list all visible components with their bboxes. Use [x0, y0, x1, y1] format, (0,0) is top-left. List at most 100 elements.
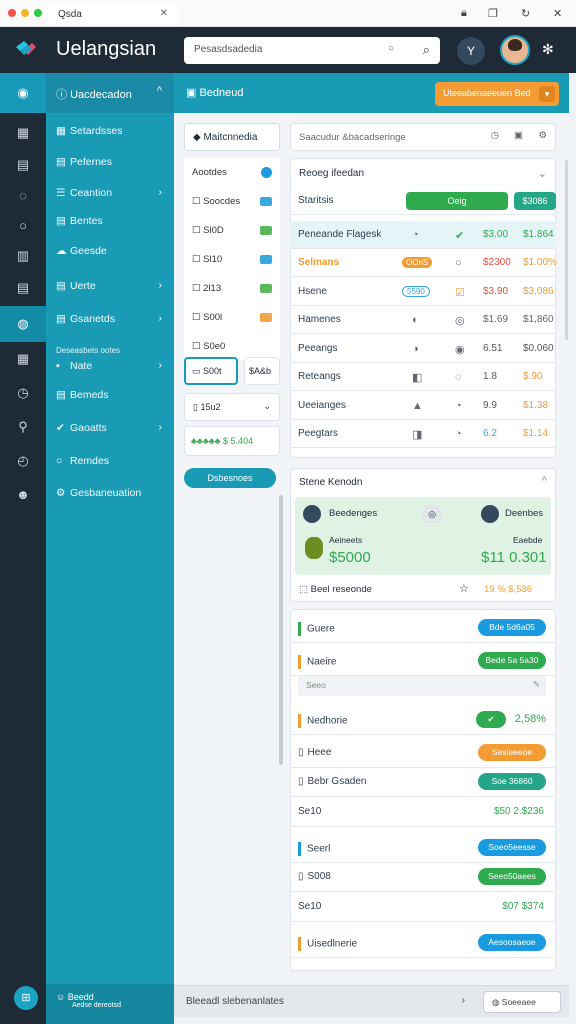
book-icon[interactable]: ▤ [0, 150, 46, 180]
chat-icon[interactable]: ◌ [0, 181, 46, 211]
swap-icon[interactable]: ◎ [423, 505, 441, 523]
building-icon[interactable]: ▥ [0, 241, 46, 271]
edit-icon[interactable]: ✎ [533, 679, 540, 690]
star-icon[interactable]: ☆ [459, 582, 469, 595]
sidebar-item-3[interactable]: ▤ Bentes [46, 211, 174, 233]
list-row[interactable]: Seerl Soeo5eesse [290, 833, 556, 863]
sidebar-item-4[interactable]: ☁ Geesde [46, 241, 174, 263]
report-row[interactable]: Peeangs ◑ ◉ 6.51 $0.060 [290, 335, 556, 363]
copy-icon[interactable]: ❐ [488, 7, 498, 20]
right-scrollbar[interactable] [565, 160, 568, 340]
report-row[interactable]: Hsene 5590 ☑ $3.90 $3,086 [290, 278, 556, 306]
list-row[interactable]: ▯ Bebr Gsaden Soe 36860 [290, 767, 556, 797]
list-row[interactable]: Nedhorie 2,58% ✔ [290, 705, 556, 735]
settings-small-icon[interactable]: ⚙︎ [538, 130, 547, 141]
report-row[interactable]: Selmans OOnS ○ $2300 $1.00% [290, 249, 557, 277]
image-icon[interactable]: ▣ [514, 130, 523, 141]
list-row-pill[interactable]: Sesieeeoe [478, 744, 546, 761]
add-icon[interactable]: ⊞ [14, 986, 38, 1010]
field-a[interactable]: ▭ S00t [184, 357, 238, 385]
list-row-pill[interactable]: Bde 5d6a05 [478, 619, 546, 636]
collapse-icon[interactable]: ⌄ [538, 167, 547, 180]
filter-input[interactable]: Saacudur &bacadseringe ◷ ▣ ⚙︎ [290, 123, 556, 151]
search-rail-icon[interactable]: ⚲ [0, 412, 46, 442]
clock-icon[interactable]: ◷ [0, 378, 46, 408]
sidebar-item-11[interactable]: ⚙︎ Gesbaneuation [46, 483, 174, 505]
status-pill[interactable]: Oeig [406, 192, 508, 210]
list-row[interactable]: Guere Bde 5d6a05 [290, 613, 556, 643]
sidebar-item-1[interactable]: ▤ Pefernes [46, 152, 174, 174]
clock-small-icon[interactable]: ◷ [491, 130, 499, 141]
status-box[interactable]: ◍ Soeeaee [483, 991, 561, 1013]
list-row[interactable]: Uisedlnerie Aesoosaeoe [290, 928, 556, 958]
sidebar-item-5[interactable]: ▤ Uerte › [46, 276, 174, 298]
sidebar-item-2[interactable]: ☰ Ceantion › [46, 183, 174, 205]
left-list-row[interactable]: ☐ 2l13 [184, 274, 280, 304]
sidebar-footer[interactable]: ☺ Beedd Aedse dereotsd [46, 984, 174, 1024]
lock-icon[interactable]: 🔒︎ [461, 7, 467, 20]
search-icon[interactable]: ⌕ [423, 42, 430, 58]
report-row[interactable]: Staritsis Oeig $3086 [290, 187, 556, 215]
checkbox-icon[interactable]: ☐ [192, 312, 203, 323]
mic-icon[interactable]: ○ [388, 43, 394, 54]
report-row[interactable]: Ueeianges ▲ ◔ 9.9 $1.38 [290, 392, 556, 420]
checkbox-icon[interactable]: ☐ [192, 283, 203, 294]
list-row[interactable]: Naeire Bede 5a 5a30 [290, 646, 556, 676]
left-panel-button[interactable]: Dsbesnoes [184, 468, 276, 488]
value-pill[interactable]: $3086 [514, 192, 556, 210]
chevron-up-icon[interactable]: ^ [542, 475, 547, 487]
sidebar-item-10[interactable]: ○ Remdes [46, 451, 174, 473]
primary-action-button[interactable]: Uteeabenaeeuen Bed ▾ [435, 82, 559, 106]
close-dot[interactable] [8, 9, 16, 17]
maximize-dot[interactable] [34, 9, 42, 17]
minimize-dot[interactable] [21, 9, 29, 17]
table-icon[interactable]: ▦ [0, 344, 46, 374]
list-row[interactable]: Se10 $50 2.$236 [290, 797, 556, 827]
grid-icon[interactable]: ▦ [0, 118, 46, 148]
list-row-pill[interactable]: Bede 5a 5a30 [478, 652, 546, 669]
left-list-row[interactable]: ☐ Soocdes [184, 187, 280, 217]
home-icon[interactable]: ◉ [0, 73, 46, 113]
profile-button[interactable]: Y [457, 37, 485, 65]
list-row-pill[interactable]: ✔ [476, 711, 506, 728]
left-panel-tab[interactable]: ◆ Maitcnnedia [184, 123, 280, 151]
search-input[interactable]: Pesasdsadedia ○ ⌕ [184, 37, 440, 64]
checkbox-icon[interactable]: ☐ [192, 225, 203, 236]
sidebar-item-9[interactable]: ✔ Gaoatts › [46, 418, 174, 440]
list-row-pill[interactable]: Aesoosaeoe [478, 934, 546, 951]
sidebar-item-8[interactable]: ▤ Bemeds [46, 385, 174, 407]
checkbox-icon[interactable]: ☐ [192, 254, 203, 265]
face-icon[interactable]: ☻ [0, 480, 46, 510]
browser-tab[interactable]: Qsda ✕ [48, 3, 178, 25]
list-row-pill[interactable]: Soe 36860 [478, 773, 546, 790]
chevron-right-icon[interactable]: › [462, 995, 465, 1006]
refresh-icon[interactable]: ↻ [521, 7, 530, 20]
left-scrollbar[interactable] [279, 495, 283, 765]
message-icon[interactable]: ○ [0, 211, 46, 241]
field-b[interactable]: $A&b [244, 357, 280, 385]
report-row[interactable]: Peneande Flagesk ◔ ✔ $3.00 $1.864 [290, 221, 556, 249]
sidebar-item-0[interactable]: ▦ Setardsses [46, 121, 174, 143]
left-list-row[interactable]: ☐ Sl0D [184, 216, 280, 246]
list-row[interactable]: Se10 $07 $374 [290, 892, 556, 922]
checkbox-icon[interactable]: ☐ [192, 341, 203, 352]
list-row[interactable]: ▯ Heee Sesieeeoe [290, 738, 556, 768]
list-row[interactable]: ▯ S008 Seeo50aees [290, 862, 556, 892]
compass-icon[interactable]: ◴ [0, 446, 46, 476]
avatar[interactable] [500, 35, 530, 65]
report-row[interactable]: Peegtars ◨ ◔ 6.2 $1.14 [290, 420, 556, 448]
calendar-icon[interactable]: ▤ [0, 273, 46, 303]
left-list-row[interactable]: ☐ Sl10 [184, 245, 280, 275]
left-list-row[interactable]: Aootdes [184, 158, 280, 188]
value-select[interactable]: ▯ 15u2 ⌄ [184, 393, 280, 421]
gear-icon[interactable]: ✻ [542, 41, 554, 58]
tab-close-icon[interactable]: ✕ [160, 8, 168, 19]
list-row-pill[interactable]: Soeo5eesse [478, 839, 546, 856]
list-row-pill[interactable]: Seeo50aees [478, 868, 546, 885]
report-row[interactable]: Hamenes ◐ ◎ $1.69 $1,860 [290, 306, 556, 334]
sidebar-item-7[interactable]: ▪ Nate › [46, 356, 174, 378]
sidebar-item-6[interactable]: ▤ Gsanetds › [46, 309, 174, 331]
list-sub-input[interactable]: Seeo ✎ [298, 676, 546, 696]
user-icon[interactable]: ◍ [0, 306, 46, 342]
close-icon[interactable]: ✕ [553, 7, 562, 20]
